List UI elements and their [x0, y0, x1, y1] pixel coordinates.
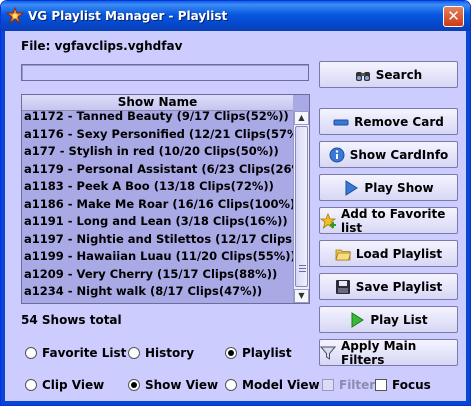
checkbox	[322, 379, 334, 391]
filter-checkbox-label: Filter	[339, 378, 376, 392]
add-to-favorite-label: Add to Favorite list	[341, 206, 446, 235]
radio-button[interactable]	[25, 379, 37, 391]
radio-history-label: History	[145, 346, 195, 360]
radio-playlist-label: Playlist	[242, 346, 292, 360]
table-row[interactable]: a1234 - Night walk (8/17 Clips(47%))	[22, 283, 293, 301]
load-playlist-button[interactable]: Load Playlist	[319, 240, 458, 267]
folder-open-icon	[335, 249, 351, 260]
radio-history[interactable]: History	[128, 346, 194, 360]
show-list-table[interactable]: a1172 - Tanned Beauty (9/17 Clips(52%)) …	[21, 94, 310, 304]
table-row[interactable]: a1179 - Personal Assistant (6/23 Clips(2…	[22, 161, 293, 179]
radio-button[interactable]	[25, 347, 37, 359]
focus-checkbox-label: Focus	[392, 378, 431, 392]
scroll-down-arrow-icon[interactable]: ▼	[294, 289, 309, 303]
table-row[interactable]: a1197 - Nightie and Stilettos (12/17 Cli…	[22, 231, 293, 249]
table-row[interactable]: a1209 - Very Cherry (15/17 Clips(88%))	[22, 266, 293, 284]
window-title: VG Playlist Manager - Playlist	[28, 9, 228, 23]
minus-icon	[333, 119, 349, 125]
table-row[interactable]: a1176 - Sexy Personified (12/21 Clips(57…	[22, 126, 293, 144]
filter-checkbox: Filter	[322, 378, 375, 392]
window-border-right	[466, 31, 470, 405]
radio-show-view[interactable]: Show View	[128, 378, 218, 392]
playlist-manager-window: VG Playlist Manager - Playlist ✕ File: v…	[0, 0, 471, 406]
grip-line	[299, 268, 306, 269]
table-row[interactable]: a1186 - Make Me Roar (16/16 Clips(100%))	[22, 196, 293, 214]
table-row[interactable]: a1191 - Long and Lean (3/18 Clips(16%))	[22, 213, 293, 231]
table-row[interactable]: a1199 - Hawaiian Luau (11/20 Clips(55%))	[22, 248, 293, 266]
list-scrollbar[interactable]: ▲ ▼	[293, 111, 309, 303]
search-input[interactable]	[21, 64, 309, 81]
apply-main-filters-label: Apply Main Filters	[341, 338, 417, 367]
checkbox[interactable]	[375, 379, 387, 391]
radio-button[interactable]	[128, 347, 140, 359]
add-to-favorite-button[interactable]: Add to Favorite list	[319, 206, 458, 235]
radio-button-selected[interactable]	[225, 347, 237, 359]
radio-clip-view[interactable]: Clip View	[25, 378, 104, 392]
window-border-left	[1, 31, 5, 405]
show-list-rows: a1172 - Tanned Beauty (9/17 Clips(52%)) …	[22, 108, 293, 301]
column-header-show-name[interactable]: Show Name	[22, 95, 293, 111]
app-logo-icon	[6, 7, 24, 25]
radio-playlist[interactable]: Playlist	[225, 346, 292, 360]
radio-favorite-list[interactable]: Favorite List	[25, 346, 126, 360]
table-row[interactable]: a177 - Stylish in red (10/20 Clips(50%))	[22, 143, 293, 161]
shows-total-count: 54 Shows total	[21, 313, 122, 327]
play-green-icon	[351, 311, 365, 328]
search-button[interactable]: Search	[319, 61, 458, 88]
remove-card-button[interactable]: Remove Card	[319, 108, 458, 135]
radio-clip-view-label: Clip View	[42, 378, 105, 392]
title-bar[interactable]: VG Playlist Manager - Playlist ✕	[1, 1, 470, 31]
play-list-button[interactable]: Play List	[319, 306, 458, 333]
radio-model-view[interactable]: Model View	[225, 378, 320, 392]
star-add-icon	[320, 212, 336, 229]
floppy-disk-icon	[335, 279, 350, 294]
search-button-label: Search	[375, 67, 423, 82]
file-name-label: File: vgfavclips.vghdfav	[21, 39, 183, 53]
binoculars-icon	[355, 71, 370, 81]
play-list-label: Play List	[370, 312, 428, 327]
remove-card-label: Remove Card	[354, 114, 444, 129]
radio-model-view-label: Model View	[242, 378, 320, 392]
load-playlist-label: Load Playlist	[355, 246, 443, 261]
play-show-button[interactable]: Play Show	[319, 174, 458, 201]
save-playlist-button[interactable]: Save Playlist	[319, 273, 458, 300]
info-icon	[329, 147, 345, 162]
grip-line	[299, 271, 306, 272]
scrollbar-thumb[interactable]	[295, 126, 308, 287]
table-row[interactable]: a1183 - Peek A Boo (13/18 Clips(72%))	[22, 178, 293, 196]
show-cardinfo-button[interactable]: Show CardInfo	[319, 141, 458, 168]
save-playlist-label: Save Playlist	[355, 279, 443, 294]
radio-show-view-label: Show View	[145, 378, 219, 392]
window-border-bottom	[1, 401, 470, 405]
play-icon	[345, 179, 359, 196]
radio-button-selected[interactable]	[128, 379, 140, 391]
close-button[interactable]: ✕	[443, 6, 464, 27]
grip-line	[299, 265, 306, 266]
radio-favorite-list-label: Favorite List	[42, 346, 127, 360]
play-show-label: Play Show	[364, 180, 434, 195]
focus-checkbox[interactable]: Focus	[375, 378, 431, 392]
apply-main-filters-button[interactable]: Apply Main Filters	[319, 338, 458, 367]
show-cardinfo-label: Show CardInfo	[349, 147, 449, 162]
scroll-up-arrow-icon[interactable]: ▲	[294, 111, 309, 125]
funnel-filter-icon	[320, 346, 336, 360]
radio-button[interactable]	[225, 379, 237, 391]
